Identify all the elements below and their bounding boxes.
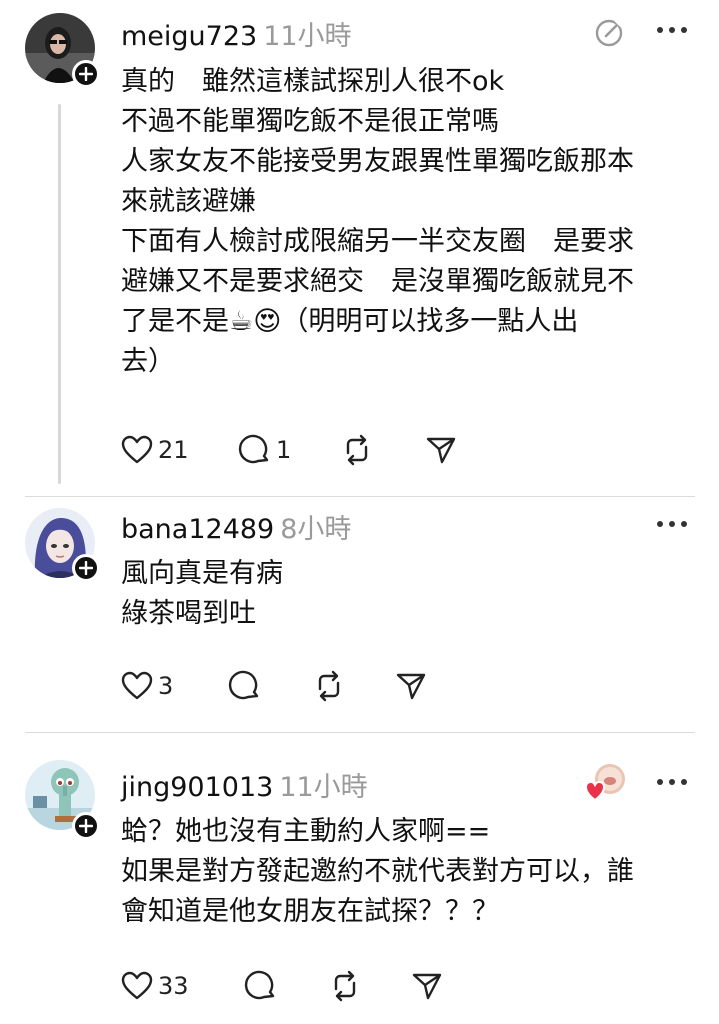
post-line: 避嫌又不是要求絕交 是沒單獨吃飯就見不 [121, 266, 634, 297]
username[interactable]: jing901013 11小時 [121, 765, 368, 804]
post-line: 真的 雖然這樣試探別人很不ok [121, 66, 505, 97]
comment-icon [244, 970, 275, 1000]
repost-button[interactable] [312, 666, 346, 706]
more-icon[interactable] [655, 772, 689, 792]
reply-button[interactable]: 1 [238, 430, 291, 470]
share-icon [426, 437, 456, 464]
post-line: 風向真是有病 [121, 558, 283, 589]
timestamp: 11小時 [263, 21, 352, 52]
post-line: 不過不能單獨吃飯不是很正常嗎 [121, 106, 499, 137]
heart-icon [121, 671, 153, 700]
reply-button[interactable] [244, 966, 278, 1006]
post-body: 蛤？她也沒有主動約人家啊== 如果是對方發起邀約不就代表對方可以，誰 會知道是他… [121, 812, 696, 932]
repost-button[interactable] [328, 966, 362, 1006]
share-button[interactable] [410, 966, 444, 1006]
post-body: 風向真是有病 綠茶喝到吐 [121, 554, 696, 634]
like-count: 21 [158, 436, 189, 464]
post-line: 去） [121, 346, 175, 377]
post-line: 了是不是☕😍（明明可以找多一點人出 [121, 306, 579, 337]
reply-count: 1 [276, 436, 292, 464]
more-icon[interactable] [655, 514, 689, 534]
post-line: 會知道是他女朋友在試探？？？ [121, 896, 499, 927]
post-body: 真的 雖然這樣試探別人很不ok 不過不能單獨吃飯不是很正常嗎 人家女友不能接受男… [121, 62, 696, 382]
timestamp: 8小時 [280, 514, 352, 545]
repost-button[interactable] [340, 430, 374, 470]
username-text[interactable]: jing901013 [121, 772, 273, 803]
reply-button[interactable] [228, 666, 262, 706]
follow-plus-icon[interactable] [72, 554, 100, 582]
edit-icon[interactable] [594, 16, 626, 48]
like-button[interactable]: 21 [120, 430, 189, 470]
follow-plus-icon[interactable] [72, 60, 100, 88]
like-button[interactable]: 3 [120, 666, 173, 706]
post-line: 下面有人檢討成限縮另一半交友圈 是要求 [121, 226, 634, 257]
timestamp: 11小時 [279, 772, 368, 803]
username[interactable]: meigu723 11小時 [121, 14, 352, 53]
username-text[interactable]: meigu723 [121, 21, 257, 52]
post-jing901013: jing901013 11小時 蛤？她也沒有主動約人家啊== 如果是對方發起邀約不… [0, 732, 719, 1024]
like-count: 3 [158, 672, 174, 700]
comment-icon [228, 670, 259, 700]
repost-icon [346, 434, 368, 466]
follow-plus-icon[interactable] [72, 812, 100, 840]
comment-icon [238, 434, 269, 464]
share-icon [396, 673, 426, 700]
heart-icon [121, 971, 153, 1000]
post-bana12489: bana12489 8小時 風向真是有病 綠茶喝到吐 3 [0, 496, 719, 732]
post-line: 人家女友不能接受男友跟異性單獨吃飯那本 [121, 146, 634, 177]
more-icon[interactable] [655, 20, 689, 40]
username-text[interactable]: bana12489 [121, 514, 274, 545]
like-count: 33 [158, 972, 189, 1000]
share-button[interactable] [394, 666, 428, 706]
post-line: 來就該避嫌 [121, 186, 256, 217]
liked-by-avatar [584, 762, 626, 804]
repost-icon [334, 970, 356, 1002]
heart-icon [121, 435, 153, 464]
post-meigu723: meigu723 11小時 真的 雖然這樣試探別人很不ok 不過不能單獨吃飯不是很… [0, 0, 719, 496]
post-line: 如果是對方發起邀約不就代表對方可以，誰 [121, 856, 634, 887]
post-line: 蛤？她也沒有主動約人家啊== [121, 816, 491, 847]
repost-icon [318, 670, 340, 702]
like-button[interactable]: 33 [120, 966, 189, 1006]
share-icon [412, 973, 442, 1000]
post-line: 綠茶喝到吐 [121, 598, 256, 629]
username[interactable]: bana12489 8小時 [121, 507, 351, 546]
thread-line [58, 104, 61, 484]
share-button[interactable] [424, 430, 458, 470]
